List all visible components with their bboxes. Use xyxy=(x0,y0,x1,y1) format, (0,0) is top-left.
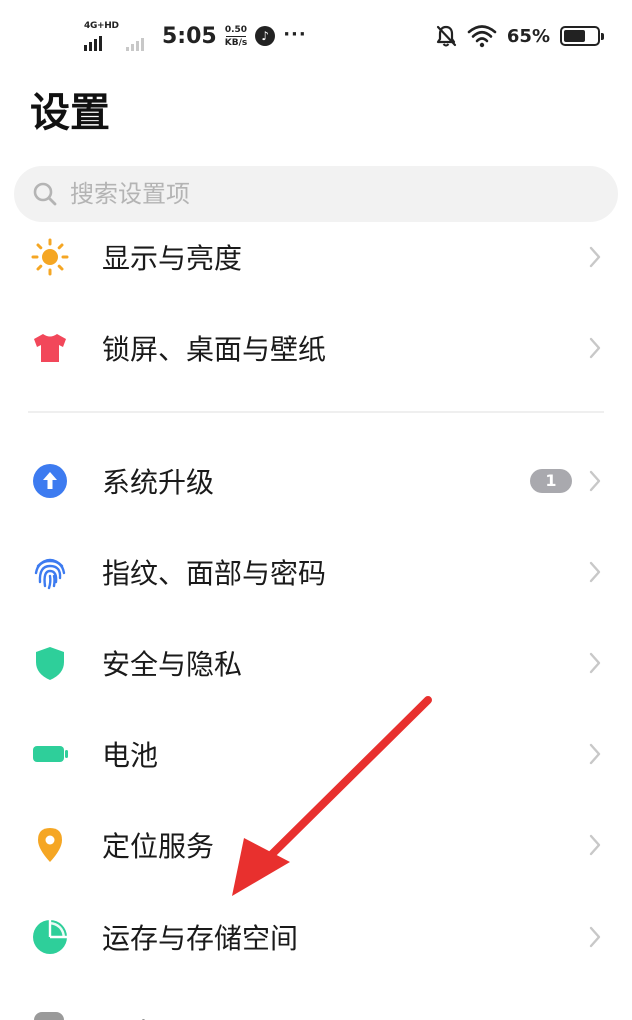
settings-item-more[interactable]: 更多设置 xyxy=(0,1000,632,1020)
section-divider xyxy=(28,411,604,413)
settings-item-display[interactable]: 显示与亮度 xyxy=(0,213,632,301)
settings-item-lockscreen[interactable]: 锁屏、桌面与壁纸 xyxy=(0,304,632,392)
sun-icon xyxy=(30,237,70,277)
settings-item-label: 电池 xyxy=(102,739,159,772)
fingerprint-icon xyxy=(30,552,70,592)
chevron-right-icon xyxy=(589,652,601,674)
chevron-right-icon xyxy=(589,561,601,583)
chevron-right-icon xyxy=(589,926,601,948)
settings-item-label: 系统升级 xyxy=(102,466,215,499)
settings-list: 显示与亮度 锁屏、桌面与壁纸 系统升级 1 指纹、面部与密码 安全与隐私 电池 … xyxy=(0,0,632,1020)
chevron-right-icon xyxy=(589,246,601,268)
update-count-badge: 1 xyxy=(530,469,572,493)
pie-chart-icon xyxy=(30,917,70,957)
settings-item-battery[interactable]: 电池 xyxy=(0,710,632,798)
chevron-right-icon xyxy=(589,470,601,492)
location-pin-icon xyxy=(30,825,70,865)
settings-item-label: 显示与亮度 xyxy=(102,242,243,275)
settings-item-label: 指纹、面部与密码 xyxy=(102,557,327,590)
shield-icon xyxy=(30,643,70,683)
chevron-right-icon xyxy=(589,337,601,359)
settings-item-label: 安全与隐私 xyxy=(102,648,243,681)
settings-item-storage[interactable]: 运存与存储空间 xyxy=(0,893,632,981)
battery-item-icon xyxy=(30,734,70,774)
settings-item-security[interactable]: 安全与隐私 xyxy=(0,619,632,707)
more-settings-icon xyxy=(34,1012,64,1020)
settings-item-label: 锁屏、桌面与壁纸 xyxy=(102,333,327,366)
settings-item-label: 定位服务 xyxy=(102,830,215,863)
chevron-right-icon xyxy=(589,834,601,856)
settings-item-fingerprint[interactable]: 指纹、面部与密码 xyxy=(0,528,632,616)
tshirt-icon xyxy=(30,328,70,368)
settings-item-label: 更多设置 xyxy=(102,1012,214,1020)
settings-item-label: 运存与存储空间 xyxy=(102,922,299,955)
settings-item-system-upgrade[interactable]: 系统升级 1 xyxy=(0,437,632,525)
upgrade-icon xyxy=(30,461,70,501)
chevron-right-icon xyxy=(589,743,601,765)
settings-item-location[interactable]: 定位服务 xyxy=(0,801,632,889)
